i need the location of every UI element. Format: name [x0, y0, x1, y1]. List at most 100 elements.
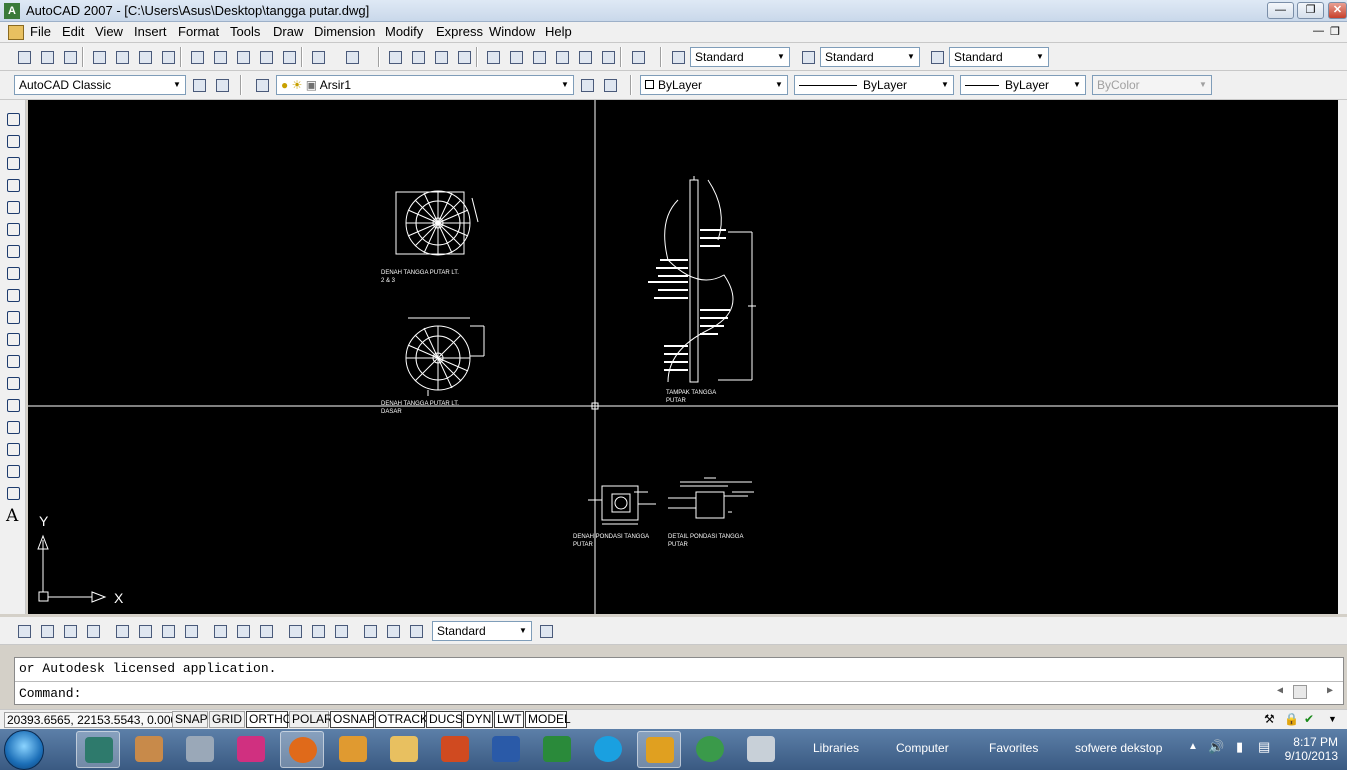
menu-tools[interactable]: Tools	[228, 24, 262, 39]
command-window[interactable]: or Autodesk licensed application. Comman…	[14, 657, 1344, 705]
copy-icon[interactable]	[210, 47, 229, 66]
status-toggle-otrack[interactable]: OTRACK	[375, 711, 428, 728]
make-block-icon[interactable]	[4, 374, 22, 392]
annotation-scale-icon[interactable]: ✔	[1304, 712, 1314, 726]
dim-style-control[interactable]: Standard ▼	[432, 621, 532, 641]
match-properties-icon[interactable]	[256, 47, 275, 66]
zoom-realtime-icon[interactable]	[408, 47, 427, 66]
linear-dim-icon[interactable]	[14, 621, 33, 640]
network-tray-icon[interactable]: ▤	[1258, 739, 1270, 755]
sheet-set-icon[interactable]	[552, 47, 571, 66]
publish-icon[interactable]	[135, 47, 154, 66]
color-select[interactable]: ByLayer ▼	[640, 75, 788, 95]
workspace-select[interactable]: AutoCAD Classic ▼	[14, 75, 186, 95]
arc-length-icon[interactable]	[60, 621, 79, 640]
command-prompt[interactable]: Command:	[19, 686, 81, 701]
status-toggle-model[interactable]: MODEL	[525, 711, 571, 728]
taskbar-calculator[interactable]	[178, 731, 222, 768]
arc-icon[interactable]	[4, 220, 22, 238]
zoom-window-icon[interactable]	[431, 47, 450, 66]
center-mark-icon[interactable]	[331, 621, 350, 640]
scroll-right-icon[interactable]: ▶	[1327, 685, 1333, 697]
table-style-select[interactable]: Standard ▼	[949, 47, 1049, 67]
properties-icon[interactable]	[483, 47, 502, 66]
menu-file[interactable]: File	[28, 24, 53, 39]
print-icon[interactable]	[89, 47, 108, 66]
menu-window[interactable]: Window	[487, 24, 537, 39]
construction-line-icon[interactable]	[4, 132, 22, 150]
taskbar-media[interactable]	[331, 731, 375, 768]
aligned-dim-icon[interactable]	[37, 621, 56, 640]
taskbar-viewer[interactable]	[739, 731, 783, 768]
jogged-icon[interactable]	[135, 621, 154, 640]
angular-icon[interactable]	[181, 621, 200, 640]
save-icon[interactable]	[60, 47, 79, 66]
zoom-previous-icon[interactable]	[454, 47, 473, 66]
insert-block-icon[interactable]	[4, 352, 22, 370]
layer-previous-icon[interactable]	[600, 75, 619, 94]
menu-format[interactable]: Format	[176, 24, 221, 39]
spline-icon[interactable]	[4, 286, 22, 304]
text-style-select[interactable]: Standard ▼	[690, 47, 790, 67]
status-toggle-grid[interactable]: GRID	[209, 711, 245, 728]
paste-icon[interactable]	[233, 47, 252, 66]
command-scrollbar-thumb[interactable]	[1293, 685, 1307, 699]
volume-icon[interactable]: 🔊	[1208, 739, 1224, 755]
redo-icon[interactable]	[342, 47, 361, 66]
revision-cloud-icon[interactable]	[4, 264, 22, 282]
toolbar-computer[interactable]: Computer	[896, 741, 949, 755]
menu-help[interactable]: Help	[543, 24, 574, 39]
dim-update-icon[interactable]	[406, 621, 425, 640]
menu-draw[interactable]: Draw	[271, 24, 305, 39]
ellipse-arc-icon[interactable]	[4, 330, 22, 348]
dim-edit-icon[interactable]	[360, 621, 379, 640]
baseline-icon[interactable]	[233, 621, 252, 640]
markup-icon[interactable]	[575, 47, 594, 66]
quick-dim-icon[interactable]	[210, 621, 229, 640]
dim-style-select[interactable]: Standard ▼	[820, 47, 920, 67]
polygon-icon[interactable]	[4, 176, 22, 194]
workspace-settings-icon[interactable]	[189, 75, 208, 94]
ordinate-icon[interactable]	[83, 621, 102, 640]
rectangle-icon[interactable]	[4, 198, 22, 216]
menu-view[interactable]: View	[93, 24, 125, 39]
taskbar-autocad[interactable]	[76, 731, 120, 768]
taskbar-firefox[interactable]	[280, 731, 324, 768]
doc-restore-button[interactable]: ❐	[1330, 25, 1340, 38]
clock[interactable]: 8:17 PM 9/10/2013	[1276, 735, 1338, 763]
doc-minimize-button[interactable]: —	[1313, 25, 1324, 37]
status-toggle-snap[interactable]: SNAP	[172, 711, 208, 728]
my-workspace-icon[interactable]	[212, 75, 231, 94]
menu-edit[interactable]: Edit	[60, 24, 86, 39]
toolbar-favorites[interactable]: Favorites	[989, 741, 1038, 755]
ellipse-icon[interactable]	[4, 308, 22, 326]
calculator-icon[interactable]	[598, 47, 617, 66]
gradient-icon[interactable]	[4, 440, 22, 458]
status-menu-icon[interactable]: ▼	[1328, 714, 1337, 724]
tool-palettes-icon[interactable]	[529, 47, 548, 66]
pan-icon[interactable]	[385, 47, 404, 66]
status-toggle-ducs[interactable]: DUCS	[426, 711, 463, 728]
circle-icon[interactable]	[4, 242, 22, 260]
show-hidden-icons-icon[interactable]: ▲	[1188, 741, 1198, 752]
block-editor-icon[interactable]	[279, 47, 298, 66]
new-icon[interactable]	[14, 47, 33, 66]
taskbar-paint[interactable]	[127, 731, 171, 768]
layer-select[interactable]: ● ☀ ▣ Arsir1 ▼	[276, 75, 574, 95]
status-toggle-ortho[interactable]: ORTHO	[246, 711, 292, 728]
linetype-select[interactable]: ByLayer ▼	[794, 75, 954, 95]
drawing-canvas[interactable]: DENAH TANGGA PUTAR LT. 2 & 3 DENAH TANGG…	[28, 100, 1338, 614]
autocad-icon[interactable]: A	[4, 3, 20, 19]
taskbar-corel[interactable]	[229, 731, 273, 768]
toolbar-libraries[interactable]: Libraries	[813, 741, 859, 755]
toolbar-software-desktop[interactable]: sofwere dekstop	[1075, 741, 1162, 755]
design-center-icon[interactable]	[506, 47, 525, 66]
taskbar-skype[interactable]	[586, 731, 630, 768]
status-toggle-osnap[interactable]: OSNAP	[330, 711, 375, 728]
hatch-icon[interactable]	[4, 418, 22, 436]
open-icon[interactable]	[37, 47, 56, 66]
quick-leader-icon[interactable]	[285, 621, 304, 640]
cut-icon[interactable]	[187, 47, 206, 66]
status-toggle-lwt[interactable]: LWT	[494, 711, 524, 728]
coordinate-readout[interactable]: 20393.6565, 22153.5543, 0.0000	[4, 712, 187, 728]
